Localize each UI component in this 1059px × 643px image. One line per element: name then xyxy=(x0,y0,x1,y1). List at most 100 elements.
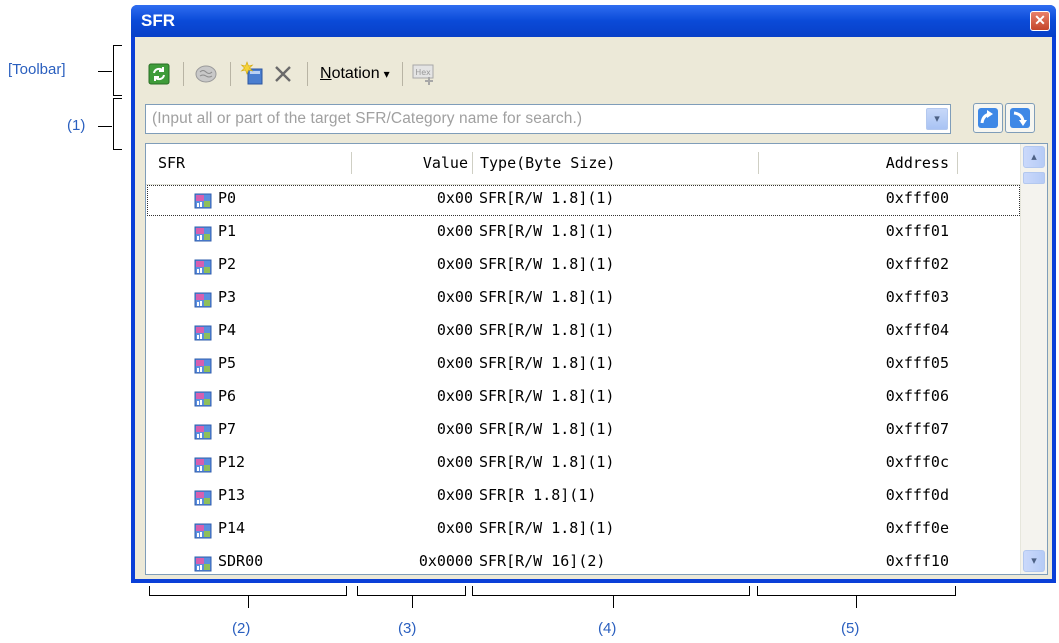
table-row[interactable]: P14 0x00 SFR[R/W 1.8](1) 0xfff0e xyxy=(146,514,1021,547)
sfr-register-icon xyxy=(194,391,212,407)
brain-icon xyxy=(195,65,217,83)
delete-button[interactable] xyxy=(269,60,297,88)
sfr-value-cell[interactable]: 0x00 xyxy=(437,354,473,372)
search-combobox[interactable]: (Input all or part of the target SFR/Cat… xyxy=(145,104,951,134)
column-divider[interactable] xyxy=(472,152,473,174)
sfr-type-cell: SFR[R/W 1.8](1) xyxy=(479,420,615,438)
notation-menu-button[interactable]: Notation ▾ xyxy=(316,65,394,83)
callout-search-label: (1) xyxy=(67,117,86,134)
callout-col-address-bracket xyxy=(757,586,956,596)
view-lookup-button[interactable] xyxy=(192,60,220,88)
sfr-value-cell[interactable]: 0x00 xyxy=(437,387,473,405)
hex-icon: Hex xyxy=(412,64,434,85)
table-row[interactable]: SDR00 0x0000 SFR[R/W 16](2) 0xfff10 xyxy=(146,547,1021,574)
chevron-down-icon: ▾ xyxy=(934,113,940,125)
sfr-value-cell[interactable]: 0x0000 xyxy=(419,552,473,570)
table-row[interactable]: P6 0x00 SFR[R/W 1.8](1) 0xfff06 xyxy=(146,382,1021,415)
sfr-value-cell[interactable]: 0x00 xyxy=(437,222,473,240)
sfr-type-cell: SFR[R/W 1.8](1) xyxy=(479,189,615,207)
sfr-address-cell: 0xfff02 xyxy=(885,255,949,273)
sfr-grid[interactable]: SFR Value Type(Byte Size) Address P0 0x0… xyxy=(145,143,1048,575)
hex-toggle-button[interactable]: Hex xyxy=(411,60,439,88)
sfr-window: SFR ✕ N otation ▾ Hex (Input all or part… xyxy=(131,5,1056,583)
search-forward-button[interactable] xyxy=(1005,103,1035,133)
callout-search-tick xyxy=(98,126,112,127)
sfr-type-cell: SFR[R/W 1.8](1) xyxy=(479,222,615,240)
callout-col-value-tick xyxy=(412,596,413,608)
scroll-thumb[interactable] xyxy=(1023,172,1045,184)
sfr-address-cell: 0xfff05 xyxy=(885,354,949,372)
table-row[interactable]: P7 0x00 SFR[R/W 1.8](1) 0xfff07 xyxy=(146,415,1021,448)
refresh-button[interactable] xyxy=(145,60,173,88)
toolbar-separator xyxy=(401,62,403,86)
sfr-name-cell: P1 xyxy=(218,222,237,240)
callout-search-bracket xyxy=(113,98,122,150)
sfr-type-cell: SFR[R/W 1.8](1) xyxy=(479,519,615,537)
scroll-up-button[interactable]: ▴ xyxy=(1023,146,1045,168)
sfr-value-cell[interactable]: 0x00 xyxy=(437,288,473,306)
toolbar-separator xyxy=(307,62,308,86)
table-row[interactable]: P1 0x00 SFR[R/W 1.8](1) 0xfff01 xyxy=(146,217,1021,250)
sfr-value-cell[interactable]: 0x00 xyxy=(437,519,473,537)
callout-toolbar-tick xyxy=(98,71,112,72)
sfr-register-icon xyxy=(194,259,212,275)
sfr-value-cell[interactable]: 0x00 xyxy=(437,453,473,471)
title-bar[interactable]: SFR ✕ xyxy=(131,5,1056,37)
callout-col-type-tick xyxy=(613,596,614,608)
callout-toolbar-bracket xyxy=(113,45,122,96)
grid-rows: P0 0x00 SFR[R/W 1.8](1) 0xfff00 P1 0x00 … xyxy=(146,184,1021,574)
callout-col-sfr-tick xyxy=(248,596,249,608)
sfr-value-cell[interactable]: 0x00 xyxy=(437,486,473,504)
sfr-type-cell: SFR[R/W 1.8](1) xyxy=(479,387,615,405)
refresh-icon xyxy=(148,63,170,85)
sfr-address-cell: 0xfff07 xyxy=(885,420,949,438)
sfr-address-cell: 0xfff0d xyxy=(885,486,949,504)
sfr-type-cell: SFR[R/W 1.8](1) xyxy=(479,321,615,339)
column-divider[interactable] xyxy=(351,152,352,174)
column-header-value[interactable]: Value xyxy=(423,154,468,172)
column-header-address[interactable]: Address xyxy=(886,154,949,172)
callout-col-type-bracket xyxy=(472,586,750,596)
callout-col-address-tick xyxy=(856,596,857,608)
sfr-register-icon xyxy=(194,226,212,242)
sfr-type-cell: SFR[R/W 16](2) xyxy=(479,552,606,570)
table-row[interactable]: P2 0x00 SFR[R/W 1.8](1) 0xfff02 xyxy=(146,250,1021,283)
column-header-type[interactable]: Type(Byte Size) xyxy=(480,154,615,172)
new-category-button[interactable] xyxy=(239,60,267,88)
close-button[interactable]: ✕ xyxy=(1030,11,1050,31)
callout-col-value-bracket xyxy=(357,586,466,596)
table-row[interactable]: P13 0x00 SFR[R 1.8](1) 0xfff0d xyxy=(146,481,1021,514)
column-header-sfr[interactable]: SFR xyxy=(158,154,185,172)
search-backward-button[interactable] xyxy=(973,103,1003,133)
notation-accelerator: N xyxy=(320,65,332,82)
sfr-register-icon xyxy=(194,193,212,209)
scroll-down-button[interactable]: ▾ xyxy=(1023,550,1045,572)
table-row[interactable]: P12 0x00 SFR[R/W 1.8](1) 0xfff0c xyxy=(146,448,1021,481)
sfr-value-cell[interactable]: 0x00 xyxy=(437,189,473,207)
column-divider[interactable] xyxy=(758,152,759,174)
column-divider[interactable] xyxy=(957,152,958,174)
vertical-scrollbar[interactable]: ▴ ▾ xyxy=(1020,144,1047,574)
sfr-value-cell[interactable]: 0x00 xyxy=(437,321,473,339)
sfr-name-cell: P6 xyxy=(218,387,237,405)
sfr-value-cell[interactable]: 0x00 xyxy=(437,255,473,273)
search-input[interactable]: (Input all or part of the target SFR/Cat… xyxy=(152,110,582,128)
sfr-name-cell: P7 xyxy=(218,420,237,438)
table-row[interactable]: P0 0x00 SFR[R/W 1.8](1) 0xfff00 xyxy=(146,184,1021,217)
sfr-register-icon xyxy=(194,292,212,308)
table-row[interactable]: P3 0x00 SFR[R/W 1.8](1) 0xfff03 xyxy=(146,283,1021,316)
callout-col-sfr-bracket xyxy=(149,586,347,596)
table-row[interactable]: P5 0x00 SFR[R/W 1.8](1) 0xfff05 xyxy=(146,349,1021,382)
table-row[interactable]: P4 0x00 SFR[R/W 1.8](1) 0xfff04 xyxy=(146,316,1021,349)
delete-icon xyxy=(275,66,291,82)
search-dropdown-button[interactable]: ▾ xyxy=(926,108,948,130)
sfr-value-cell[interactable]: 0x00 xyxy=(437,420,473,438)
close-icon: ✕ xyxy=(1034,12,1046,28)
sfr-register-icon xyxy=(194,523,212,539)
new-category-icon xyxy=(240,61,263,85)
sfr-name-cell: P5 xyxy=(218,354,237,372)
sfr-type-cell: SFR[R/W 1.8](1) xyxy=(479,288,615,306)
sfr-register-icon xyxy=(194,358,212,374)
notation-label: otation xyxy=(331,65,380,82)
toolbar: Notation ▾ Hex xyxy=(145,55,441,93)
